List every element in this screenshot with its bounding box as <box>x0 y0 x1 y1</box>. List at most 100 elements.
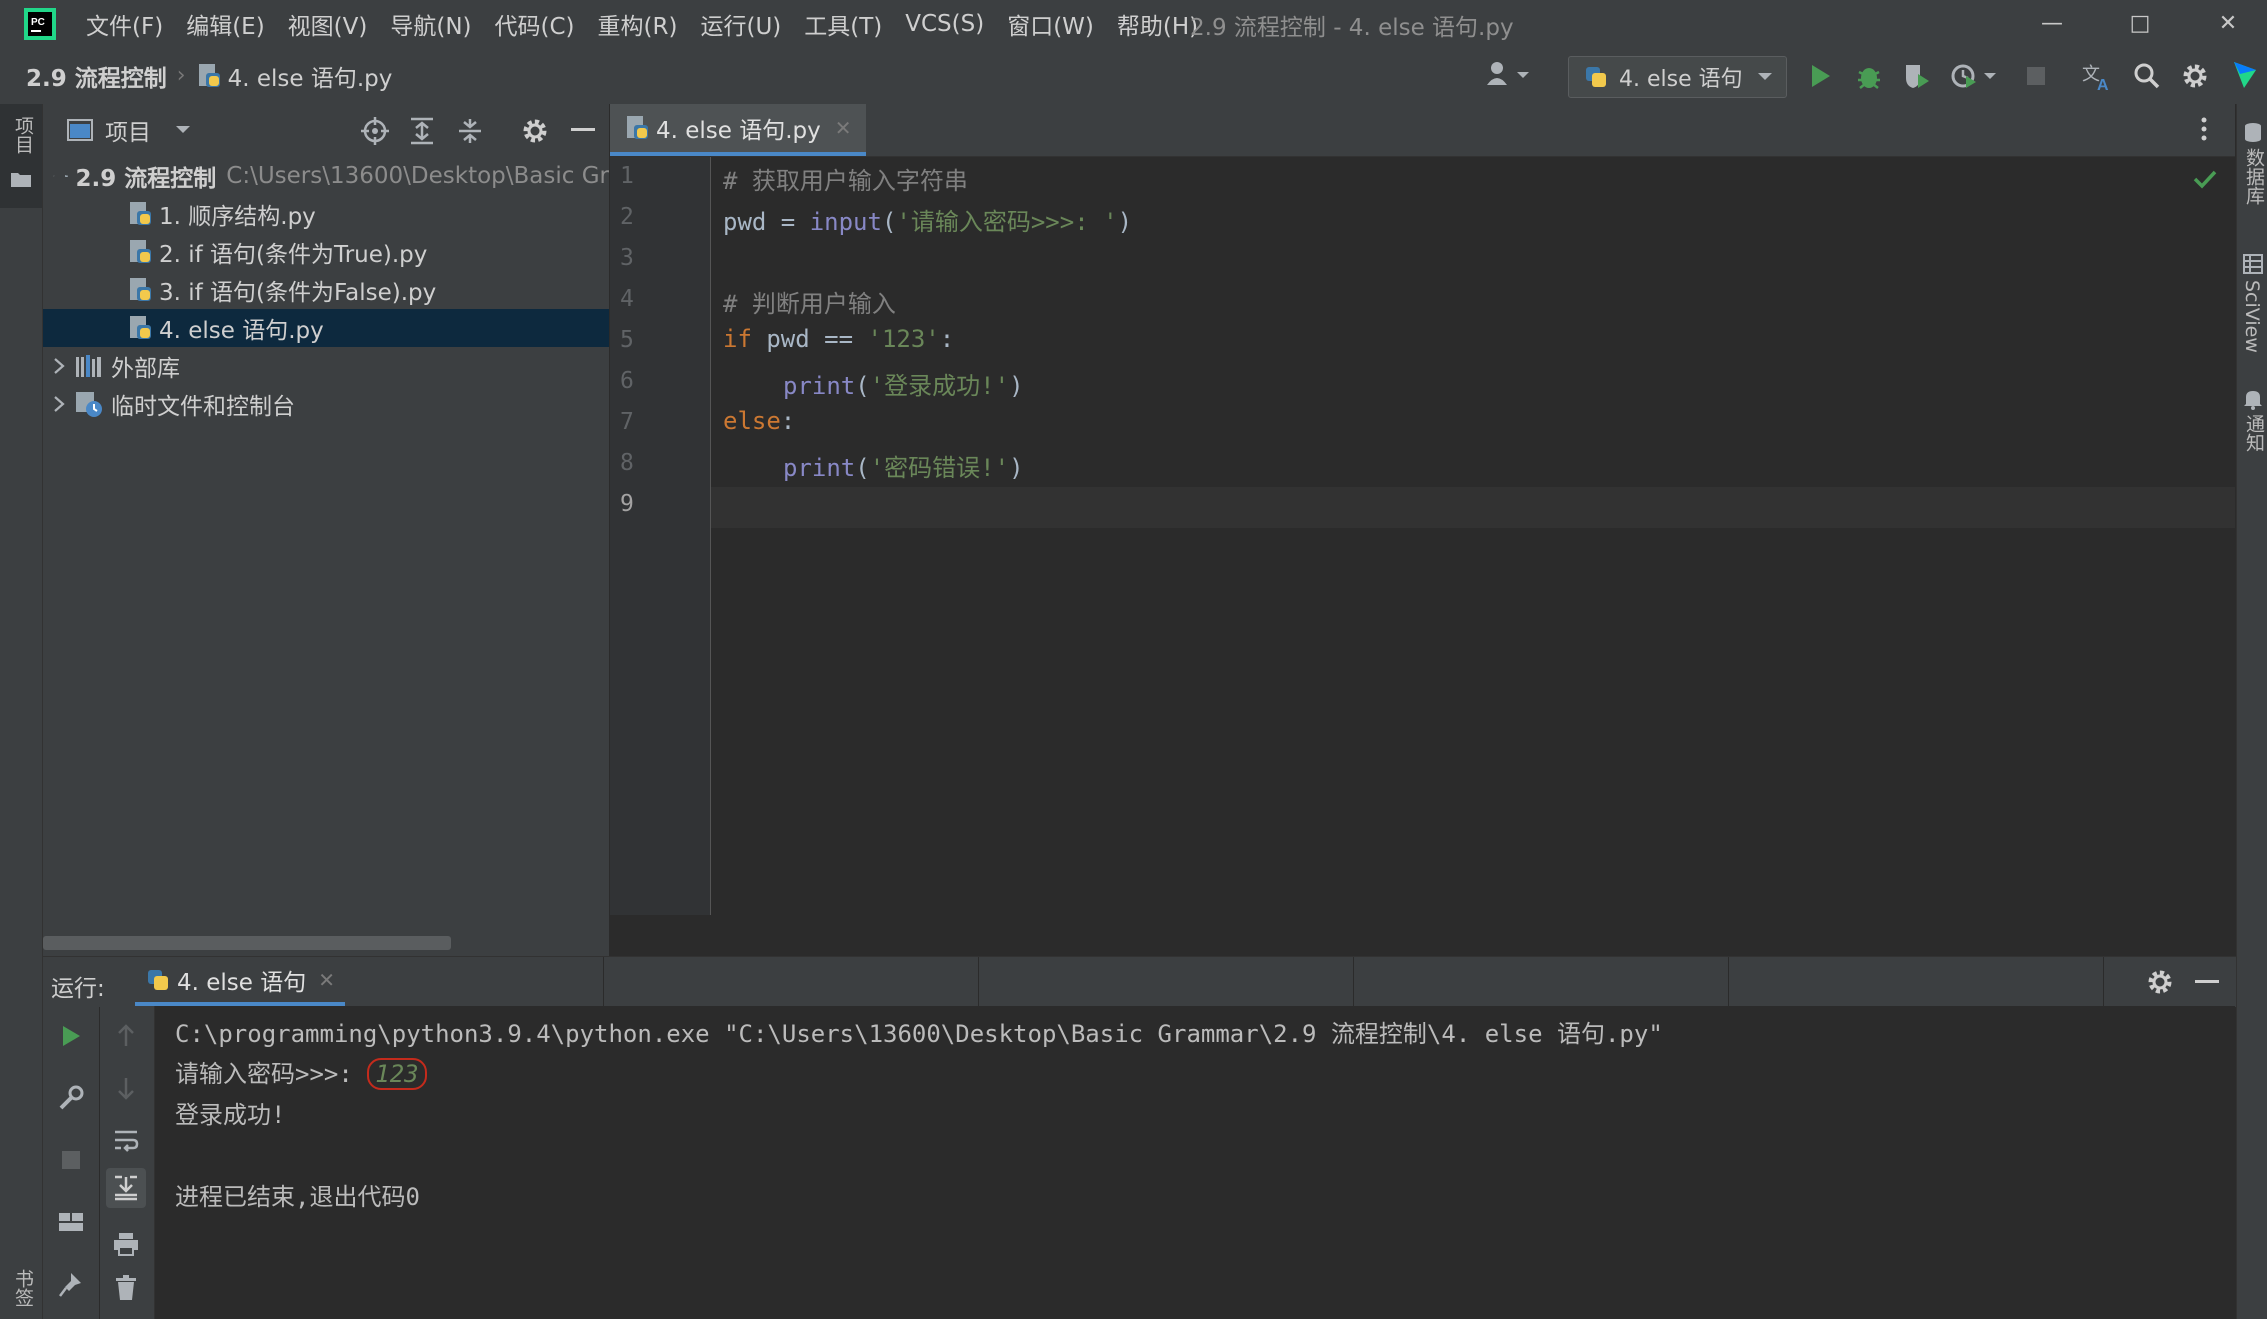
tree-file-4-selected[interactable]: 4. else 语句.py <box>43 309 609 347</box>
run-tab-else[interactable]: 4. else 语句 ✕ <box>135 957 346 1007</box>
print-button[interactable] <box>110 1228 142 1260</box>
menu-items: 文件(F) 编辑(E) 视图(V) 导航(N) 代码(C) 重构(R) 运行(U… <box>86 7 1221 41</box>
menu-help[interactable]: 帮助(H) <box>1117 7 1198 41</box>
inspection-ok-icon[interactable] <box>2193 169 2217 189</box>
edit-config-button[interactable] <box>55 1082 87 1114</box>
divider <box>978 957 979 1007</box>
console-prompt-line: 请输入密码>>>: 123 <box>175 1054 427 1090</box>
settings-button[interactable] <box>2181 62 2209 90</box>
gear-icon[interactable] <box>521 117 549 145</box>
menu-code[interactable]: 代码(C) <box>495 7 575 41</box>
locate-file-icon[interactable] <box>361 117 389 145</box>
debug-button[interactable] <box>1855 62 1883 90</box>
pin-tab-button[interactable] <box>55 1268 87 1300</box>
minimize-button[interactable]: — <box>2008 0 2096 47</box>
editor-bottom-area <box>610 915 2235 955</box>
bookmarks-tool-label[interactable]: 书签 <box>10 1269 37 1307</box>
rerun-button[interactable] <box>55 1020 87 1052</box>
tree-external-libraries[interactable]: 外部库 <box>43 347 609 385</box>
database-tool-label[interactable]: 数据库 <box>2241 148 2267 205</box>
tab-else-py[interactable]: 4. else 语句.py ✕ <box>610 104 866 156</box>
code-lines[interactable]: # 获取用户输入字符串 pwd = input('请输入密码>>>: ') # … <box>711 157 2235 915</box>
soft-wrap-button[interactable] <box>110 1124 142 1156</box>
horizontal-scrollbar[interactable] <box>43 936 451 950</box>
project-panel-title[interactable]: 项目 <box>105 113 151 147</box>
close-tab-icon[interactable]: ✕ <box>318 968 335 992</box>
window-title: 2.9 流程控制 - 4. else 语句.py <box>1190 15 1514 41</box>
stop-button[interactable] <box>55 1144 87 1176</box>
chevron-down-icon[interactable] <box>175 125 191 135</box>
pin-icon <box>59 1273 81 1297</box>
folder-icon <box>64 175 68 178</box>
project-tool-button[interactable]: 项目 <box>0 104 42 208</box>
translate-icon: 文A <box>2082 64 2109 92</box>
translate-button[interactable]: 文A <box>2082 62 2114 92</box>
hide-panel-icon[interactable] <box>571 128 595 132</box>
more-options-icon[interactable] <box>2200 116 2208 142</box>
code-text: ( <box>855 454 870 482</box>
line-number: 2 <box>620 204 634 230</box>
notifications-tool-label[interactable]: 通知 <box>2241 414 2267 452</box>
string-literal: '登录成功!' <box>869 372 1010 400</box>
expand-all-icon[interactable] <box>409 117 435 145</box>
breadcrumb-project[interactable]: 2.9 流程控制 <box>26 59 167 93</box>
clear-console-button[interactable] <box>110 1272 142 1304</box>
close-window-button[interactable]: ✕ <box>2184 0 2267 47</box>
gear-icon[interactable] <box>2146 968 2174 996</box>
breadcrumb-file[interactable]: 4. else 语句.py <box>228 59 393 93</box>
menu-view[interactable]: 视图(V) <box>288 7 368 41</box>
collapse-all-icon[interactable] <box>457 117 483 145</box>
line-number: 1 <box>620 163 634 189</box>
scroll-up-button[interactable] <box>110 1020 142 1052</box>
line-number: 4 <box>620 286 634 312</box>
shield-run-icon <box>1906 65 1929 88</box>
layout-icon <box>59 1213 83 1231</box>
jetbrains-ai-icon[interactable] <box>2230 60 2260 90</box>
coverage-button[interactable] <box>1903 62 1931 90</box>
root-folder-name: 2.9 流程控制 <box>75 166 217 192</box>
menu-window[interactable]: 窗口(W) <box>1007 7 1094 41</box>
restore-layout-button[interactable] <box>55 1206 87 1238</box>
menu-tools[interactable]: 工具(T) <box>804 7 882 41</box>
user-account-icon[interactable] <box>1485 59 1531 89</box>
tree-file-3[interactable]: 3. if 语句(条件为False).py <box>43 271 609 309</box>
code-text: : <box>939 325 955 353</box>
chevron-down-icon[interactable] <box>53 170 55 182</box>
menu-edit[interactable]: 编辑(E) <box>186 7 264 41</box>
search-button[interactable] <box>2133 62 2161 90</box>
run-config-selector[interactable]: 4. else 语句 <box>1568 56 1787 98</box>
menu-refactor[interactable]: 重构(R) <box>598 7 678 41</box>
divider <box>1353 957 1354 1007</box>
tree-scratches[interactable]: 临时文件和控制台 <box>43 385 609 423</box>
menu-navigate[interactable]: 导航(N) <box>390 7 471 41</box>
profile-button[interactable] <box>1950 62 1998 90</box>
menu-vcs[interactable]: VCS(S) <box>905 11 984 37</box>
search-icon <box>2134 63 2160 89</box>
chevron-right-icon[interactable] <box>53 396 65 412</box>
line-number-gutter: 1 2 3 4 5 6 7 8 9 <box>610 157 711 915</box>
stop-button[interactable] <box>2025 65 2047 87</box>
sciview-tool-label[interactable]: SciView <box>2241 280 2263 353</box>
close-tab-icon[interactable]: ✕ <box>835 116 852 140</box>
console-prompt: 请输入密码>>>: <box>175 1060 368 1088</box>
scroll-down-button[interactable] <box>110 1072 142 1104</box>
menu-file[interactable]: 文件(F) <box>86 7 163 41</box>
code-line-7: else: <box>723 407 795 435</box>
hide-panel-icon[interactable] <box>2195 980 2219 984</box>
chevron-down-icon <box>1757 72 1773 82</box>
chevron-right-icon[interactable] <box>53 358 65 374</box>
scroll-to-end-button[interactable] <box>106 1168 146 1208</box>
pycharm-logo-icon: PC <box>24 7 56 40</box>
console-output: 登录成功! <box>175 1101 286 1129</box>
run-console[interactable]: C:\programming\python3.9.4\python.exe "C… <box>155 1006 2235 1319</box>
tree-file-2[interactable]: 2. if 语句(条件为True).py <box>43 233 609 271</box>
maximize-button[interactable]: □ <box>2096 0 2184 47</box>
external-libs-label: 外部库 <box>111 356 180 382</box>
scratches-label: 临时文件和控制台 <box>111 394 295 420</box>
line-number-current: 9 <box>620 491 634 517</box>
code-text: ) <box>1009 454 1024 482</box>
tree-root-folder[interactable]: 2.9 流程控制 C:\Users\13600\Desktop\Basic Gr <box>43 157 609 195</box>
tree-file-1[interactable]: 1. 顺序结构.py <box>43 195 609 233</box>
run-button[interactable] <box>1808 63 1834 89</box>
menu-run[interactable]: 运行(U) <box>700 7 781 41</box>
